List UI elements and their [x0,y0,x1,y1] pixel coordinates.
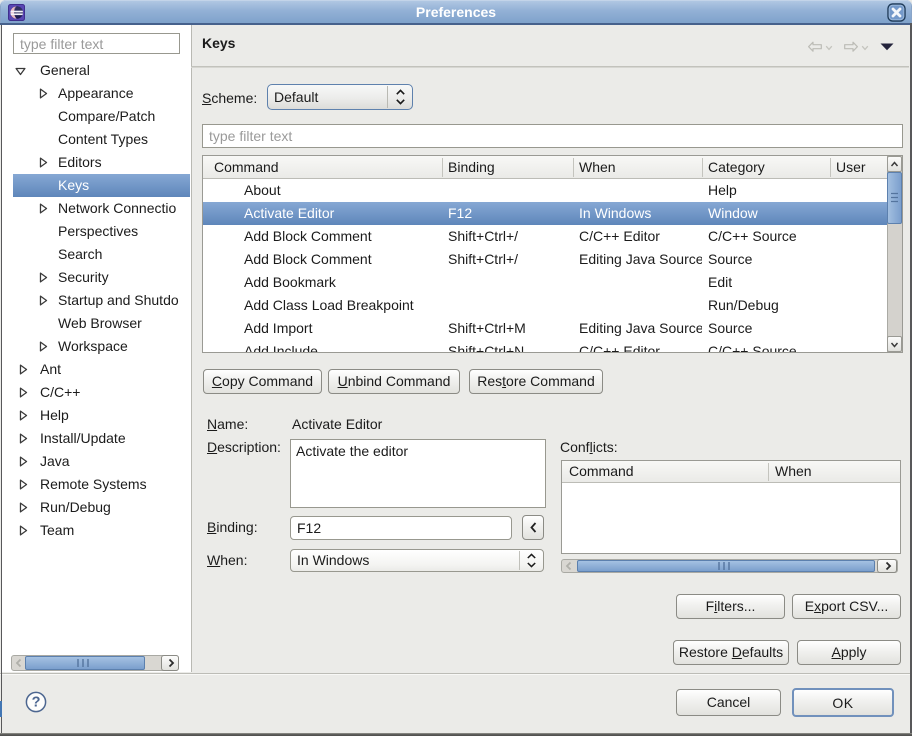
svg-text:?: ? [32,695,41,711]
